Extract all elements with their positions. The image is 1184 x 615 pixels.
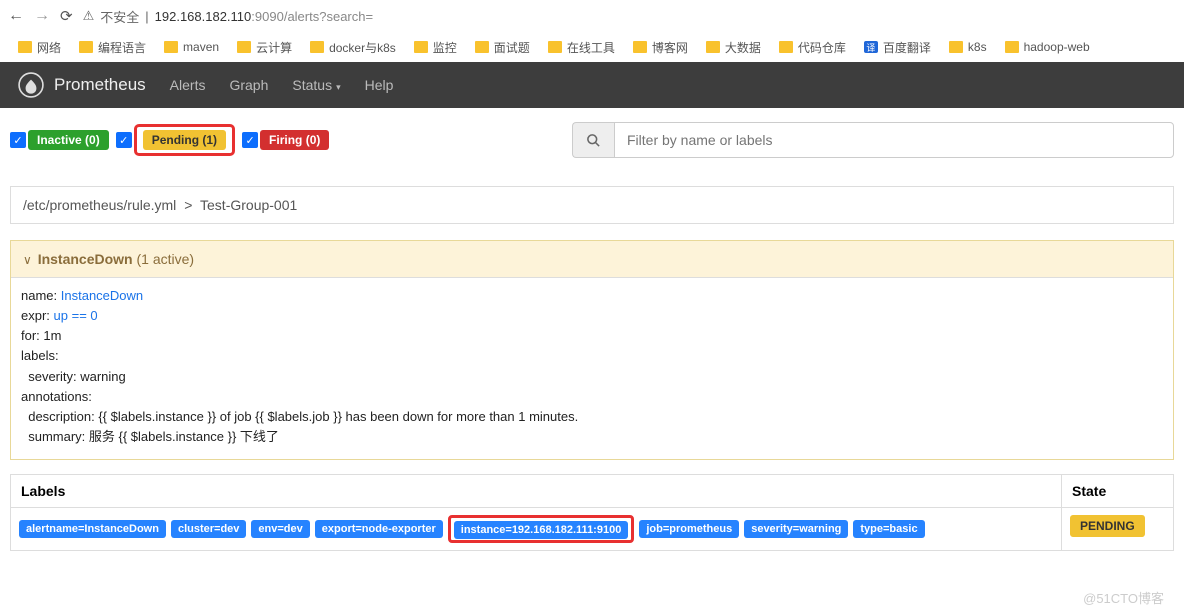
col-labels: Labels xyxy=(11,475,1061,507)
search-icon xyxy=(572,122,614,158)
rule-definition: name: InstanceDown expr: up == 0 for: 1m… xyxy=(11,277,1173,459)
bookmarks-bar: 网络 编程语言 maven 云计算 docker与k8s 监控 面试题 在线工具 博客网 大数据 代… xyxy=(0,32,1184,62)
folder-icon xyxy=(79,41,93,53)
firing-checkbox[interactable]: ✓ xyxy=(242,132,258,148)
insecure-icon: ⚠ xyxy=(83,8,95,24)
folder-icon xyxy=(414,41,428,53)
pending-checkbox[interactable]: ✓ xyxy=(116,132,132,148)
folder-icon xyxy=(1005,41,1019,53)
chevron-down-icon: ∨ xyxy=(23,253,32,267)
nav-status[interactable]: Status xyxy=(292,77,340,93)
folder-icon xyxy=(949,41,963,53)
watermark: @51CTO博客 xyxy=(1083,588,1164,607)
alerts-table: Labels State alertname=InstanceDown clust… xyxy=(10,474,1174,551)
instance-highlight: instance=192.168.182.111:9100 xyxy=(448,515,635,543)
bookmark-item[interactable]: k8s xyxy=(949,40,987,54)
prometheus-brand[interactable]: Prometheus xyxy=(18,72,146,98)
rule-active-count: (1 active) xyxy=(136,251,194,267)
folder-icon xyxy=(633,41,647,53)
label-pill: job=prometheus xyxy=(639,520,739,538)
bookmark-item[interactable]: 编程语言 xyxy=(79,39,146,56)
firing-pill[interactable]: Firing (0) xyxy=(260,130,329,150)
bookmark-item[interactable]: 博客网 xyxy=(633,39,688,56)
folder-icon xyxy=(779,41,793,53)
rule-header[interactable]: ∨ InstanceDown (1 active) xyxy=(11,241,1173,277)
filter-toggles: ✓ Inactive (0) ✓ Pending (1) ✓ Firing (0… xyxy=(10,124,329,156)
folder-icon xyxy=(706,41,720,53)
bookmark-item[interactable]: 大数据 xyxy=(706,39,761,56)
folder-icon xyxy=(237,41,251,53)
address-bar[interactable]: ⚠ 不安全 | 192.168.182.110:9090/alerts?sear… xyxy=(83,7,1176,26)
insecure-label: 不安全 xyxy=(100,7,139,26)
folder-icon xyxy=(475,41,489,53)
bookmark-item[interactable]: 网络 xyxy=(18,39,61,56)
label-pill: export=node-exporter xyxy=(315,520,443,538)
bookmark-item[interactable]: maven xyxy=(164,40,219,54)
url-host: 192.168.182.110 xyxy=(155,9,252,24)
bookmark-item[interactable]: 代码仓库 xyxy=(779,39,846,56)
state-badge: PENDING xyxy=(1070,515,1145,537)
label-pill: cluster=dev xyxy=(171,520,246,538)
bookmark-item[interactable]: 面试题 xyxy=(475,39,530,56)
bookmark-item[interactable]: hadoop-web xyxy=(1005,40,1090,54)
inactive-pill[interactable]: Inactive (0) xyxy=(28,130,109,150)
bookmark-item[interactable]: 监控 xyxy=(414,39,457,56)
folder-icon xyxy=(18,41,32,53)
label-pill: alertname=InstanceDown xyxy=(19,520,166,538)
forward-button[interactable]: → xyxy=(34,7,50,25)
rule-title: InstanceDown xyxy=(38,251,133,267)
nav-graph[interactable]: Graph xyxy=(229,77,268,93)
bookmark-item[interactable]: docker与k8s xyxy=(310,39,396,56)
pending-highlight: Pending (1) xyxy=(134,124,235,156)
bookmark-item[interactable]: 在线工具 xyxy=(548,39,615,56)
reload-button[interactable]: ⟳ xyxy=(60,7,73,25)
prometheus-nav: Prometheus Alerts Graph Status Help xyxy=(0,62,1184,108)
folder-icon xyxy=(164,41,178,53)
label-pill: severity=warning xyxy=(744,520,848,538)
search-input[interactable] xyxy=(614,122,1174,158)
folder-icon: 译 xyxy=(864,41,878,53)
label-pill: type=basic xyxy=(853,520,924,538)
folder-icon xyxy=(310,41,324,53)
folder-icon xyxy=(548,41,562,53)
rule-panel: ∨ InstanceDown (1 active) name: Instance… xyxy=(10,240,1174,460)
label-pill: instance=192.168.182.111:9100 xyxy=(454,521,629,539)
prometheus-icon xyxy=(18,72,44,98)
rule-breadcrumb: /etc/prometheus/rule.yml > Test-Group-00… xyxy=(10,186,1174,224)
bookmark-item[interactable]: 译百度翻译 xyxy=(864,39,931,56)
bookmark-item[interactable]: 云计算 xyxy=(237,39,292,56)
table-row: alertname=InstanceDown cluster=dev env=dev… xyxy=(11,508,1173,550)
nav-alerts[interactable]: Alerts xyxy=(170,77,206,93)
pending-pill[interactable]: Pending (1) xyxy=(143,130,226,150)
label-pill: env=dev xyxy=(251,520,309,538)
back-button[interactable]: ← xyxy=(8,7,24,25)
nav-help[interactable]: Help xyxy=(365,77,394,93)
inactive-checkbox[interactable]: ✓ xyxy=(10,132,26,148)
col-state: State xyxy=(1061,475,1173,507)
